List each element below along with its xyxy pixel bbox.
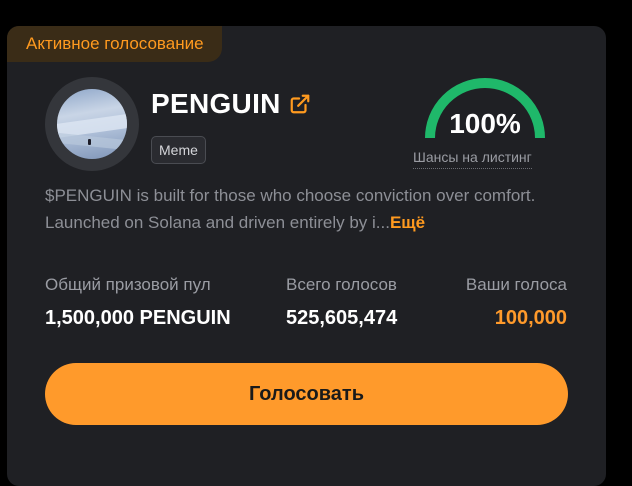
title-row: PENGUIN: [151, 88, 311, 120]
voting-card: Активное голосование PENGUIN Meme 100% Ш…: [7, 26, 606, 486]
token-logo-image: [57, 89, 127, 159]
total-votes-label: Всего голосов: [286, 275, 397, 294]
more-link[interactable]: Ещё: [390, 213, 425, 232]
prize-pool-value: 1,500,000 PENGUIN: [45, 307, 231, 329]
listing-chance-label[interactable]: Шансы на листинг: [413, 149, 532, 169]
description-text: $PENGUIN is built for those who choose c…: [45, 186, 536, 232]
prize-pool-label: Общий призовой пул: [45, 275, 211, 294]
listing-chance-value: 100%: [449, 108, 521, 139]
token-description: $PENGUIN is built for those who choose c…: [45, 182, 575, 236]
category-chip: Meme: [151, 136, 206, 164]
avatar: [45, 77, 139, 171]
total-votes-value: 525,605,474: [286, 307, 398, 329]
token-title: PENGUIN: [151, 88, 281, 119]
external-link-icon[interactable]: [289, 93, 311, 115]
my-votes-value: 100,000: [494, 307, 567, 329]
my-votes-label: Ваши голоса: [465, 275, 567, 294]
vote-button[interactable]: Голосовать: [45, 363, 568, 425]
active-voting-badge: Активное голосование: [7, 26, 222, 62]
